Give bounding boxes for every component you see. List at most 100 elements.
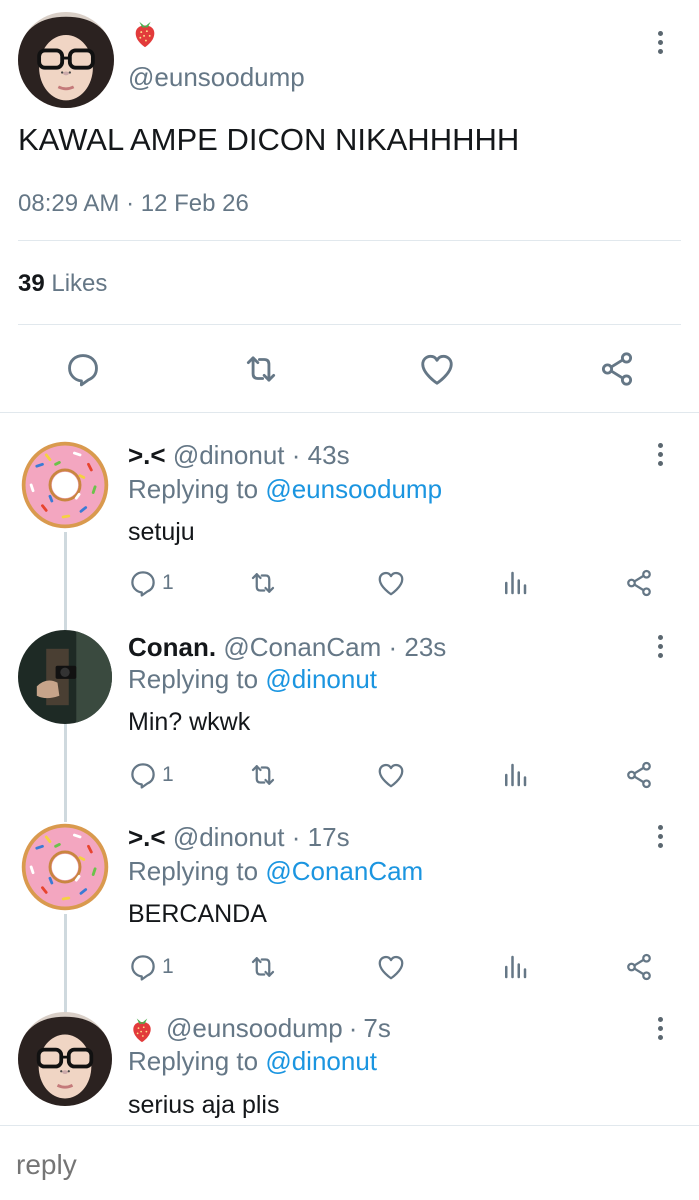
likes-label: Likes — [51, 270, 108, 297]
retweet-button[interactable] — [242, 350, 280, 388]
reply-header: Conan. @ConanCam · 23s — [128, 632, 446, 663]
heart-icon — [376, 568, 406, 598]
replying-to-label: Replying to — [128, 1046, 259, 1076]
reply-separator: · — [388, 632, 398, 662]
share-icon — [624, 568, 654, 598]
stats-button[interactable] — [500, 952, 530, 982]
reply-more-menu-icon[interactable] — [648, 818, 672, 854]
replying-to-link[interactable]: @ConanCam — [265, 856, 423, 886]
retweet-button[interactable] — [248, 760, 278, 790]
share-button[interactable] — [624, 568, 654, 598]
reply-more-menu-icon[interactable] — [648, 1010, 672, 1046]
replying-to: Replying to @dinonut — [128, 1046, 377, 1077]
heart-icon — [418, 350, 456, 388]
reply-display-name[interactable]: Conan. — [128, 632, 216, 662]
stats-icon — [500, 760, 530, 790]
reply-handle[interactable]: @dinonut — [173, 440, 285, 470]
strawberry-emoji-icon — [130, 18, 160, 48]
replying-to: Replying to @ConanCam — [128, 856, 423, 887]
reply-text: BERCANDA — [128, 900, 267, 928]
reply-time: 43s — [307, 440, 350, 470]
replying-to-link[interactable]: @dinonut — [265, 1046, 377, 1076]
retweet-icon — [248, 760, 278, 790]
reply-time: 23s — [404, 632, 447, 662]
retweet-icon — [248, 568, 278, 598]
stats-icon — [500, 952, 530, 982]
divider — [18, 240, 681, 241]
replying-to-label: Replying to — [128, 856, 259, 886]
reply-display-name[interactable]: >.< — [128, 440, 166, 470]
share-button[interactable] — [624, 760, 654, 790]
share-icon — [598, 350, 636, 388]
reply-separator: · — [291, 822, 301, 852]
tweet-text: KAWAL AMPE DICON NIKAHHHHH — [18, 122, 520, 157]
reply-text: Min? wkwk — [128, 708, 251, 736]
retweet-button[interactable] — [248, 568, 278, 598]
likes-summary[interactable]: 39 Likes — [18, 270, 107, 298]
reply-text: serius aja plis — [128, 1091, 280, 1119]
likes-count: 39 — [18, 270, 45, 297]
tweet-date: 12 Feb 26 — [140, 190, 249, 217]
tweet-timestamp: 08:29 AM · 12 Feb 26 — [18, 190, 249, 218]
stats-button[interactable] — [500, 568, 530, 598]
share-icon — [624, 952, 654, 982]
author-avatar[interactable] — [18, 12, 114, 108]
reply-display-name[interactable]: >.< — [128, 822, 166, 852]
reply-icon — [128, 760, 158, 790]
replying-to-link[interactable]: @eunsoodump — [265, 474, 442, 504]
reply-input[interactable] — [14, 1146, 678, 1184]
tweet-time: 08:29 AM — [18, 190, 120, 217]
tweet-separator: · — [126, 190, 135, 217]
reply-avatar[interactable] — [18, 1012, 112, 1106]
reply-button[interactable]: 1 — [128, 952, 174, 982]
reply-handle[interactable]: @ConanCam — [223, 632, 381, 662]
heart-icon — [376, 952, 406, 982]
reply-time: 7s — [363, 1013, 391, 1043]
reply-button[interactable]: 1 — [128, 760, 174, 790]
like-button[interactable] — [376, 952, 406, 982]
reply-header: @eunsoodump · 7s — [128, 1013, 391, 1044]
reply-icon — [128, 952, 158, 982]
reply-header: >.< @dinonut · 17s — [128, 822, 350, 853]
replying-to-label: Replying to — [128, 664, 259, 694]
replying-to: Replying to @dinonut — [128, 664, 377, 695]
reply-icon — [64, 350, 102, 388]
like-button[interactable] — [376, 568, 406, 598]
retweet-icon — [242, 350, 280, 388]
divider — [18, 324, 681, 325]
thread-line — [64, 914, 67, 1014]
tweet-more-menu-icon[interactable] — [648, 24, 672, 60]
reply-handle[interactable]: @eunsoodump — [166, 1013, 343, 1044]
reply-handle[interactable]: @dinonut — [173, 822, 285, 852]
reply-count: 1 — [162, 955, 174, 978]
reply-composer[interactable] — [0, 1126, 699, 1200]
reply-icon — [128, 568, 158, 598]
thread-line — [64, 724, 67, 822]
like-button[interactable] — [376, 760, 406, 790]
reply-avatar[interactable] — [18, 438, 112, 532]
reply-button[interactable] — [64, 350, 102, 388]
reply-separator: · — [291, 440, 301, 470]
replying-to-link[interactable]: @dinonut — [265, 664, 377, 694]
reply-time: 17s — [307, 822, 350, 852]
retweet-button[interactable] — [248, 952, 278, 982]
reply-avatar[interactable] — [18, 630, 112, 724]
share-button[interactable] — [624, 952, 654, 982]
reply-more-menu-icon[interactable] — [648, 436, 672, 472]
stats-icon — [500, 568, 530, 598]
thread-line — [64, 532, 67, 630]
replying-to: Replying to @eunsoodump — [128, 474, 442, 505]
reply-separator: · — [348, 1013, 358, 1043]
like-button[interactable] — [418, 350, 456, 388]
share-button[interactable] — [598, 350, 636, 388]
divider — [0, 412, 699, 413]
heart-icon — [376, 760, 406, 790]
reply-more-menu-icon[interactable] — [648, 628, 672, 664]
stats-button[interactable] — [500, 760, 530, 790]
reply-button[interactable]: 1 — [128, 568, 174, 598]
replying-to-label: Replying to — [128, 474, 259, 504]
reply-avatar[interactable] — [18, 820, 112, 914]
author-handle[interactable]: @eunsoodump — [128, 62, 305, 93]
reply-count: 1 — [162, 571, 174, 594]
reply-count: 1 — [162, 763, 174, 786]
